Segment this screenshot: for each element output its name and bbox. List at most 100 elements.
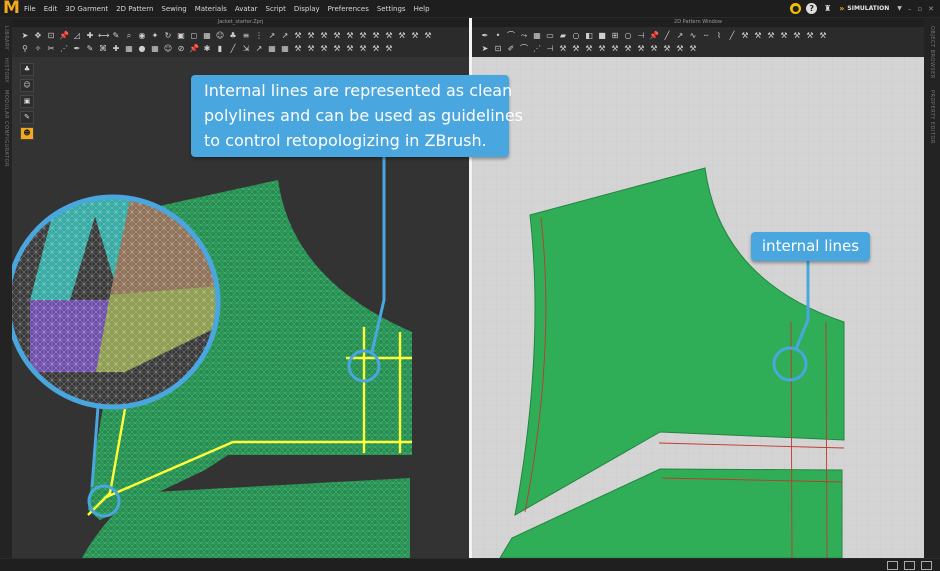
curve-icon[interactable]: ⌒ bbox=[519, 44, 529, 53]
line-icon[interactable]: ╱ bbox=[228, 44, 238, 53]
avatar-hanger-icon[interactable]: ♜ bbox=[822, 3, 833, 14]
pencil-icon[interactable]: ✎ bbox=[20, 111, 34, 124]
move-icon[interactable]: ✥ bbox=[33, 31, 43, 40]
pin-icon[interactable]: 📌 bbox=[649, 31, 659, 40]
shirt-icon[interactable]: ♣ bbox=[20, 63, 34, 76]
dots-icon[interactable]: ⋮ bbox=[254, 31, 264, 40]
sphere-icon[interactable]: ● bbox=[137, 44, 147, 53]
tools-icon[interactable]: ⚒ bbox=[345, 31, 355, 40]
select-icon[interactable]: ➤ bbox=[20, 31, 30, 40]
split-icon[interactable]: ⊘ bbox=[176, 44, 186, 53]
tools-icon[interactable]: ⚒ bbox=[358, 44, 368, 53]
grid-icon[interactable]: ▦ bbox=[124, 44, 134, 53]
star-icon[interactable]: ✱ bbox=[202, 44, 212, 53]
point-icon[interactable]: • bbox=[493, 31, 503, 40]
tools-icon[interactable]: ⚒ bbox=[623, 44, 633, 53]
tools-icon[interactable]: ⚒ bbox=[332, 44, 342, 53]
camera-icon[interactable]: ◉ bbox=[137, 31, 147, 40]
rect-icon[interactable]: ▭ bbox=[545, 31, 555, 40]
tack-icon[interactable]: ✚ bbox=[111, 44, 121, 53]
sew-icon[interactable]: ⋰ bbox=[59, 44, 69, 53]
circle-icon[interactable]: ○ bbox=[623, 31, 633, 40]
select-icon[interactable]: ➤ bbox=[480, 44, 490, 53]
scissors-icon[interactable]: ✂ bbox=[46, 44, 56, 53]
tools-icon[interactable]: ⚒ bbox=[384, 44, 394, 53]
side-tab-history[interactable]: HISTORY bbox=[3, 58, 9, 83]
arrow-icon[interactable]: ↗ bbox=[254, 44, 264, 53]
tools-icon[interactable]: ⚒ bbox=[293, 31, 303, 40]
tools-icon[interactable]: ⚒ bbox=[740, 31, 750, 40]
walk-icon[interactable]: ⚲ bbox=[20, 44, 30, 53]
edit-icon[interactable]: ✐ bbox=[506, 44, 516, 53]
tools-icon[interactable]: ⚒ bbox=[753, 31, 763, 40]
help-icon[interactable]: ? bbox=[806, 3, 818, 14]
tools-icon[interactable]: ⚒ bbox=[371, 31, 381, 40]
tools-icon[interactable]: ⚒ bbox=[332, 31, 342, 40]
notch-icon[interactable]: ⊣ bbox=[636, 31, 646, 40]
menu-help[interactable]: Help bbox=[414, 5, 430, 13]
tools-icon[interactable]: ⚒ bbox=[792, 31, 802, 40]
arrow-icon[interactable]: ↗ bbox=[280, 31, 290, 40]
bar-icon[interactable]: ▮ bbox=[215, 44, 225, 53]
avatar-active-icon[interactable]: ☻ bbox=[20, 127, 34, 140]
tools-icon[interactable]: ⚒ bbox=[649, 44, 659, 53]
rotate-icon[interactable]: ↻ bbox=[163, 31, 173, 40]
cloud-icon[interactable]: ● bbox=[790, 3, 802, 14]
grid-icon[interactable]: ▦ bbox=[267, 44, 277, 53]
trace-icon[interactable]: ⤳ bbox=[519, 31, 529, 40]
line-icon[interactable]: ╱ bbox=[662, 31, 672, 40]
arrow-icon[interactable]: ↗ bbox=[675, 31, 685, 40]
menu-settings[interactable]: Settings bbox=[377, 5, 406, 13]
menu-preferences[interactable]: Preferences bbox=[328, 5, 369, 13]
pen-icon[interactable]: ✒ bbox=[480, 31, 490, 40]
tools-icon[interactable]: ⚒ bbox=[675, 44, 685, 53]
tools-icon[interactable]: ⚒ bbox=[306, 31, 316, 40]
tools-icon[interactable]: ⚒ bbox=[636, 44, 646, 53]
minimize-icon[interactable]: – bbox=[908, 5, 912, 13]
avatar-icon[interactable]: ☺ bbox=[163, 44, 173, 53]
menu-avatar[interactable]: Avatar bbox=[235, 5, 258, 13]
notch-icon[interactable]: ⊣ bbox=[545, 44, 555, 53]
fold-icon[interactable]: ▣ bbox=[20, 95, 34, 108]
tools-icon[interactable]: ⚒ bbox=[384, 31, 394, 40]
menu-display[interactable]: Display bbox=[294, 5, 320, 13]
view-split-icon[interactable] bbox=[904, 561, 915, 570]
tools-icon[interactable]: ⚒ bbox=[662, 44, 672, 53]
tools-icon[interactable]: ⚒ bbox=[397, 31, 407, 40]
tools-icon[interactable]: ⚒ bbox=[688, 44, 698, 53]
tack-icon[interactable]: ✚ bbox=[85, 31, 95, 40]
zigzag-icon[interactable]: ⌇ bbox=[714, 31, 724, 40]
lock-icon[interactable]: ▣ bbox=[176, 31, 186, 40]
sew-icon[interactable]: ⋰ bbox=[532, 44, 542, 53]
pin-icon[interactable]: 📌 bbox=[189, 44, 199, 53]
chevron-down-icon[interactable]: ▼ bbox=[897, 5, 902, 12]
tools-icon[interactable]: ⚒ bbox=[345, 44, 355, 53]
pen-icon[interactable]: ✒ bbox=[72, 44, 82, 53]
brush-icon[interactable]: ✎ bbox=[85, 44, 95, 53]
tools-icon[interactable]: ⚒ bbox=[558, 44, 568, 53]
tools-icon[interactable]: ⚒ bbox=[319, 31, 329, 40]
side-tab-modular[interactable]: MODULAR CONFIGURATOR bbox=[3, 90, 9, 167]
wave-icon[interactable]: ∿ bbox=[688, 31, 698, 40]
tools-icon[interactable]: ⚒ bbox=[571, 44, 581, 53]
grid-icon[interactable]: ▦ bbox=[150, 44, 160, 53]
avatar-icon[interactable]: ☺ bbox=[20, 79, 34, 92]
tools-icon[interactable]: ⚒ bbox=[306, 44, 316, 53]
tools-icon[interactable]: ⚒ bbox=[805, 31, 815, 40]
square-icon[interactable]: ■ bbox=[597, 31, 607, 40]
menu-materials[interactable]: Materials bbox=[195, 5, 227, 13]
mirror-icon[interactable]: ◧ bbox=[584, 31, 594, 40]
dash-icon[interactable]: ┄ bbox=[701, 31, 711, 40]
zoom-icon[interactable]: ⌕ bbox=[124, 31, 134, 40]
tools-icon[interactable]: ⚒ bbox=[610, 44, 620, 53]
app-logo[interactable]: M bbox=[0, 0, 20, 18]
menu-file[interactable]: File bbox=[24, 5, 36, 13]
side-tab-property-editor[interactable]: PROPERTY EDITOR bbox=[929, 90, 935, 144]
scale-icon[interactable]: ⇲ bbox=[241, 44, 251, 53]
simulation-mode-button[interactable]: » SIMULATION ▼ bbox=[839, 4, 902, 13]
wand-icon[interactable]: ✧ bbox=[33, 44, 43, 53]
tools-icon[interactable]: ⚒ bbox=[818, 31, 828, 40]
menu-3d-garment[interactable]: 3D Garment bbox=[65, 5, 108, 13]
fold-icon[interactable]: ◿ bbox=[72, 31, 82, 40]
menu-sewing[interactable]: Sewing bbox=[161, 5, 186, 13]
